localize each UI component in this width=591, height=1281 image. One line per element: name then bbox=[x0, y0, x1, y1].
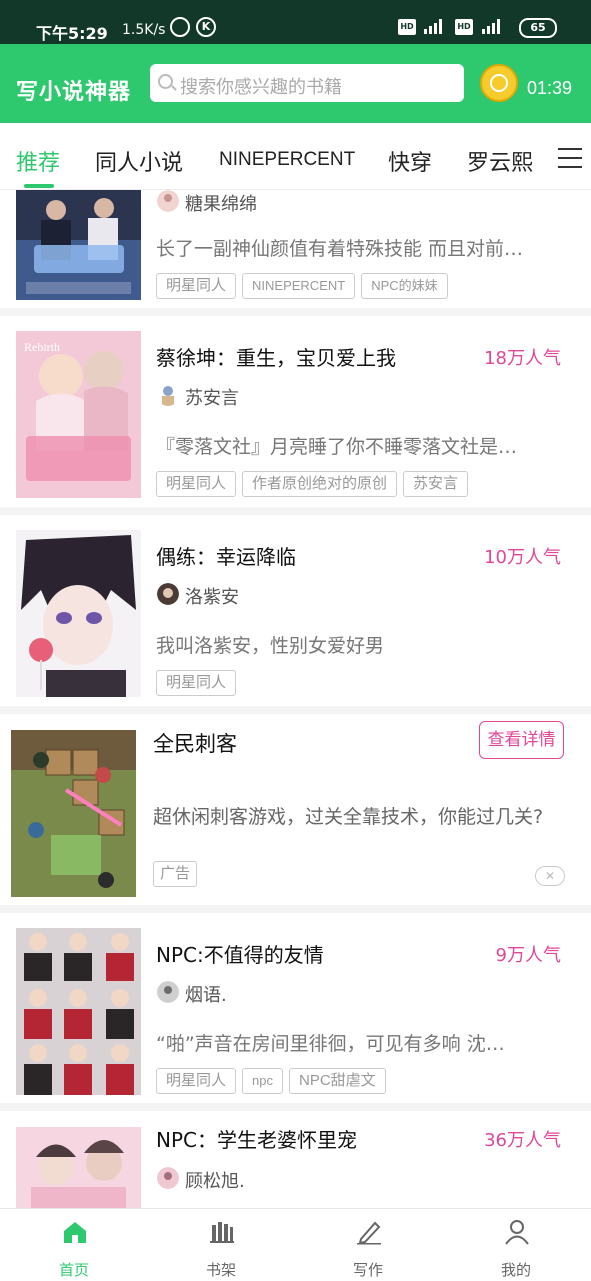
ad-label: 广告 bbox=[153, 861, 198, 887]
author-avatar bbox=[157, 190, 179, 212]
profile-icon bbox=[505, 1220, 529, 1245]
signal-icon-2 bbox=[478, 18, 500, 34]
book-tags: 明星同人 作者原创绝对的原创 苏安言 bbox=[156, 471, 474, 497]
nav-label: 我的 bbox=[500, 1261, 531, 1279]
tag[interactable]: NPC的妹妹 bbox=[361, 273, 448, 299]
status-time: 下午5:29 bbox=[36, 24, 108, 43]
ad-title: 全民刺客 bbox=[153, 732, 237, 756]
list-item[interactable]: NPC:不值得的友情 9万人气 烟语. “啪”声音在房间里徘徊，可见有多响 沈…… bbox=[0, 913, 591, 1111]
list-item[interactable]: 偶练：幸运降临 10万人气 洛紫安 我叫洛紫安，性别女爱好男 明星同人 bbox=[0, 515, 591, 714]
ad-image bbox=[11, 730, 136, 897]
tag[interactable]: 明星同人 bbox=[156, 273, 237, 299]
book-intro: 我叫洛紫安，性别女爱好男 bbox=[156, 635, 385, 657]
book-author: 苏安言 bbox=[185, 388, 239, 409]
book-cover bbox=[16, 928, 141, 1095]
book-popularity: 36万人气 bbox=[484, 1130, 561, 1151]
author-avatar bbox=[157, 384, 179, 406]
tag[interactable]: NPC甜虐文 bbox=[288, 1068, 386, 1094]
book-intro: 长了一副神仙颜值有着特殊技能 而且对前… bbox=[156, 238, 524, 260]
book-author: 洛紫安 bbox=[185, 587, 239, 608]
book-list[interactable]: 糖果绵绵 长了一副神仙颜值有着特殊技能 而且对前… 明星同人 NINEPERCEN… bbox=[0, 190, 591, 1208]
tag[interactable]: 明星同人 bbox=[156, 471, 237, 497]
book-cover: Rebirth bbox=[16, 331, 141, 498]
k-app-icon: K bbox=[196, 17, 216, 37]
author-avatar bbox=[157, 583, 179, 605]
list-item[interactable]: Rebirth 蔡徐坤：重生，宝贝爱上我 18万人气 苏安言 『零落文社』月亮睡… bbox=[0, 316, 591, 515]
book-author: 糖果绵绵 bbox=[185, 194, 257, 215]
tag[interactable]: 苏安言 bbox=[403, 471, 469, 497]
list-item[interactable]: NPC：学生老婆怀里宠 36万人气 顾松旭. bbox=[0, 1111, 591, 1208]
book-title: 蔡徐坤：重生，宝贝爱上我 bbox=[156, 346, 396, 370]
book-popularity: 10万人气 bbox=[484, 547, 561, 568]
net-speed: 1.5K/s bbox=[122, 22, 166, 38]
book-author: 烟语. bbox=[185, 985, 227, 1006]
tag[interactable]: 明星同人 bbox=[156, 1068, 237, 1094]
view-details-button[interactable]: 查看详情 bbox=[479, 721, 564, 759]
book-popularity: 9万人气 bbox=[495, 945, 561, 966]
close-ad-icon[interactable]: ✕ bbox=[535, 866, 565, 886]
coin-reward-icon[interactable] bbox=[480, 64, 518, 102]
menu-icon[interactable] bbox=[558, 148, 582, 170]
book-author: 顾松旭. bbox=[185, 1171, 245, 1192]
status-bar: 下午5:29 1.5K/s K HD HD 65 bbox=[0, 0, 591, 44]
search-input[interactable]: 搜索你感兴趣的书籍 bbox=[150, 64, 464, 102]
tab-fanfiction[interactable]: 同人小说 bbox=[95, 145, 183, 177]
nav-bookshelf[interactable]: 书架 bbox=[171, 1209, 271, 1281]
list-item[interactable]: 糖果绵绵 长了一副神仙颜值有着特殊技能 而且对前… 明星同人 NINEPERCEN… bbox=[0, 190, 591, 316]
author-avatar bbox=[157, 1167, 179, 1189]
book-title: NPC：学生老婆怀里宠 bbox=[156, 1128, 357, 1152]
bottom-navigation: 首页 书架 写作 我的 bbox=[0, 1208, 591, 1281]
nav-label: 书架 bbox=[205, 1261, 236, 1279]
battery-icon: 65 bbox=[519, 18, 557, 38]
tag[interactable]: 作者原创绝对的原创 bbox=[242, 471, 398, 497]
tab-active-indicator bbox=[24, 184, 54, 188]
app-title: 写小说神器 bbox=[16, 80, 132, 105]
bookshelf-icon bbox=[210, 1222, 234, 1243]
book-title: 偶练：幸运降临 bbox=[156, 545, 296, 569]
book-cover bbox=[16, 190, 141, 300]
hd-badge-2: HD bbox=[455, 19, 473, 35]
tab-ninepercent[interactable]: NINEPERCENT bbox=[219, 149, 355, 171]
book-tags: 明星同人 npc NPC甜虐文 bbox=[156, 1068, 392, 1094]
book-tags: 明星同人 NINEPERCENT NPC的妹妹 bbox=[156, 273, 454, 299]
book-tags: 明星同人 bbox=[156, 670, 242, 696]
author-avatar bbox=[157, 981, 179, 1003]
nav-profile[interactable]: 我的 bbox=[466, 1209, 566, 1281]
signal-icon-1 bbox=[420, 18, 442, 34]
ad-description: 超休闲刺客游戏，过关全靠技术，你能过几关? bbox=[153, 806, 544, 828]
ad-label-group: 广告 bbox=[153, 861, 203, 887]
tab-luo-yunxi[interactable]: 罗云熙 bbox=[467, 145, 533, 177]
home-icon bbox=[64, 1222, 86, 1243]
svg-text:Rebirth: Rebirth bbox=[24, 340, 60, 354]
search-icon bbox=[158, 74, 173, 89]
nav-write[interactable]: 写作 bbox=[318, 1209, 418, 1281]
nav-label: 写作 bbox=[352, 1261, 383, 1279]
tag[interactable]: npc bbox=[242, 1068, 283, 1094]
search-placeholder: 搜索你感兴趣的书籍 bbox=[180, 77, 342, 98]
tag[interactable]: NINEPERCENT bbox=[242, 273, 356, 299]
book-title: NPC:不值得的友情 bbox=[156, 943, 324, 967]
book-cover bbox=[16, 530, 141, 697]
tab-quick-travel[interactable]: 快穿 bbox=[388, 145, 432, 177]
book-intro: 『零落文社』月亮睡了你不睡零落文社是… bbox=[156, 436, 518, 458]
pencil-icon bbox=[357, 1221, 381, 1245]
book-cover bbox=[16, 1127, 141, 1208]
ad-item[interactable]: 全民刺客 查看详情 超休闲刺客游戏，过关全靠技术，你能过几关? 广告 ✕ bbox=[0, 714, 591, 913]
tab-recommend[interactable]: 推荐 bbox=[16, 145, 60, 177]
book-popularity: 18万人气 bbox=[484, 348, 561, 369]
reward-timer: 01:39 bbox=[527, 78, 573, 98]
nav-home[interactable]: 首页 bbox=[24, 1209, 124, 1281]
hd-badge-1: HD bbox=[398, 19, 416, 35]
nav-label: 首页 bbox=[58, 1261, 89, 1279]
alarm-icon bbox=[170, 17, 190, 37]
book-intro: “啪”声音在房间里徘徊，可见有多响 沈… bbox=[156, 1033, 505, 1055]
tag[interactable]: 明星同人 bbox=[156, 670, 237, 696]
